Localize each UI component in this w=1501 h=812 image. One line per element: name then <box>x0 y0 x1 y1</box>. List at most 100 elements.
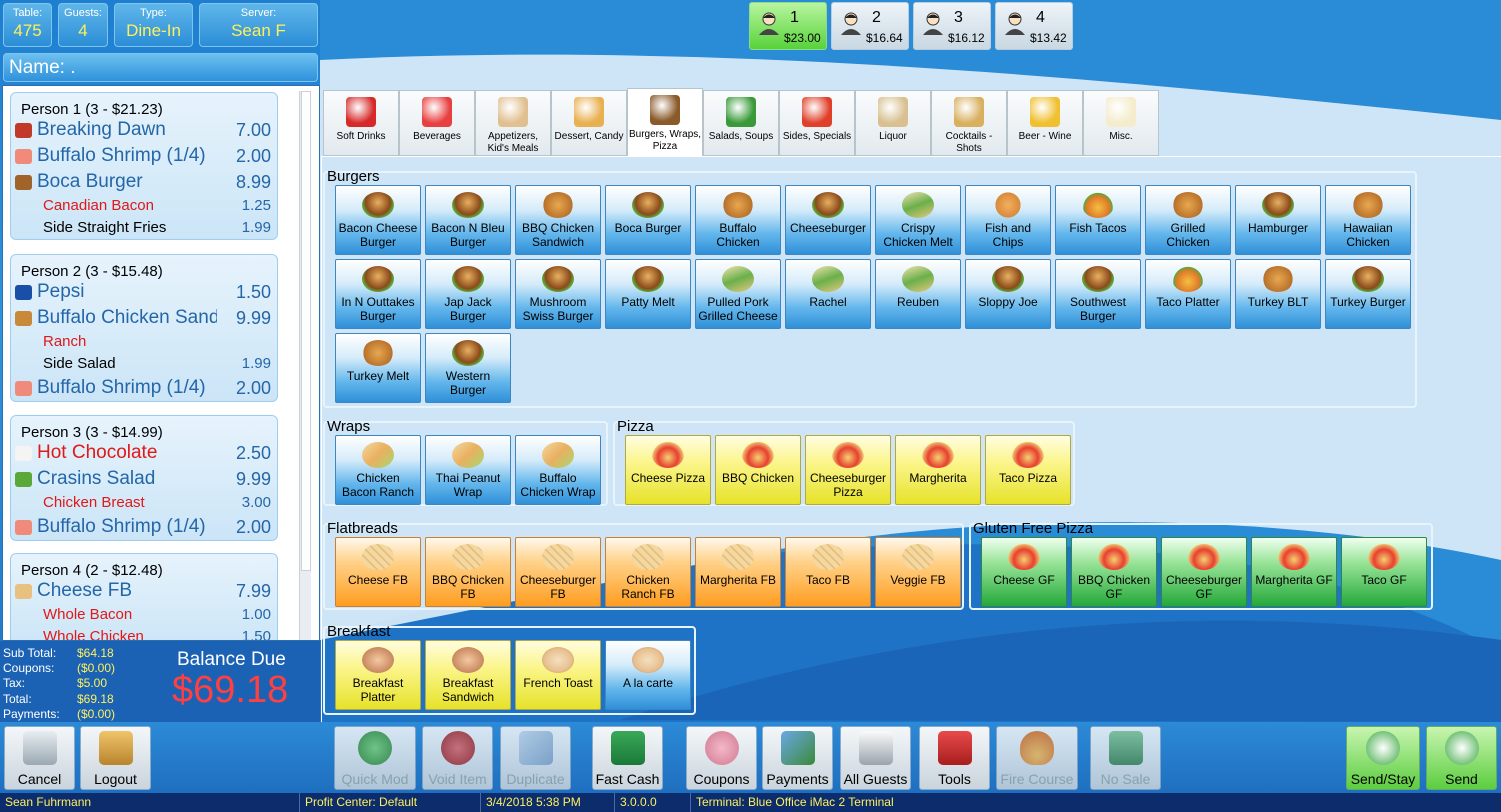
order-item[interactable]: Buffalo Shrimp (1/4) 2.00 <box>11 143 277 169</box>
send-stay-button[interactable]: Send/Stay <box>1346 726 1420 790</box>
guests-box[interactable]: Guests: 4 <box>58 3 108 47</box>
guest-tab-1[interactable]: 1 $23.00 <box>749 2 827 50</box>
menu-item-taco-gf[interactable]: Taco GF <box>1341 537 1427 607</box>
menu-item-chicken-ranch-fb[interactable]: Chicken Ranch FB <box>605 537 691 607</box>
tab-liquor[interactable]: Liquor <box>855 90 931 156</box>
order-modifier[interactable]: Chicken Breast 3.00 <box>11 492 277 514</box>
menu-item-breakfast-platter[interactable]: Breakfast Platter <box>335 640 421 710</box>
menu-item-margherita-fb[interactable]: Margherita FB <box>695 537 781 607</box>
order-item[interactable]: Cheese FB 7.99 <box>11 578 277 604</box>
name-bar[interactable]: Name: . <box>3 53 318 82</box>
order-item[interactable]: Crasins Salad 9.99 <box>11 466 277 492</box>
menu-item-rachel[interactable]: Rachel <box>785 259 871 329</box>
menu-item-turkey-burger[interactable]: Turkey Burger <box>1325 259 1411 329</box>
table-box[interactable]: Table: 475 <box>3 3 52 47</box>
menu-item-cheese-gf[interactable]: Cheese GF <box>981 537 1067 607</box>
menu-item-patty-melt[interactable]: Patty Melt <box>605 259 691 329</box>
tab-dessert-candy[interactable]: Dessert, Candy <box>551 90 627 156</box>
quick-mod-button[interactable]: Quick Mod <box>334 726 416 790</box>
menu-item-margherita-gf[interactable]: Margherita GF <box>1251 537 1337 607</box>
order-modifier[interactable]: Side Straight Fries 1.99 <box>11 217 277 239</box>
menu-item-taco-platter[interactable]: Taco Platter <box>1145 259 1231 329</box>
order-item[interactable]: Boca Burger 8.99 <box>11 169 277 195</box>
all-guests-button[interactable]: All Guests <box>840 726 911 790</box>
order-modifier[interactable]: Whole Chicken 1.50 <box>11 626 277 640</box>
menu-item-breakfast-sandwich[interactable]: Breakfast Sandwich <box>425 640 511 710</box>
tab-soft-drinks[interactable]: Soft Drinks <box>323 90 399 156</box>
person-group-4[interactable]: Person 4 (2 - $12.48) Cheese FB 7.99 Whole … <box>10 553 278 640</box>
menu-item-fish-tacos[interactable]: Fish Tacos <box>1055 185 1141 255</box>
menu-item-cheeseburger[interactable]: Cheeseburger <box>785 185 871 255</box>
type-box[interactable]: Type: Dine-In <box>114 3 193 47</box>
fire-course-button[interactable]: Fire Course <box>996 726 1078 790</box>
duplicate-button[interactable]: Duplicate <box>500 726 571 790</box>
tab-burgers-wraps-pizza[interactable]: Burgers, Wraps, Pizza <box>627 88 703 157</box>
menu-item-taco-fb[interactable]: Taco FB <box>785 537 871 607</box>
order-modifier[interactable]: Whole Bacon 1.00 <box>11 604 277 626</box>
menu-item-mushroom-swiss-burger[interactable]: Mushroom Swiss Burger <box>515 259 601 329</box>
menu-item-french-toast[interactable]: French Toast <box>515 640 601 710</box>
scrollbar-thumb[interactable] <box>301 91 311 571</box>
menu-item-veggie-fb[interactable]: Veggie FB <box>875 537 961 607</box>
menu-item-grilled-chicken[interactable]: Grilled Chicken <box>1145 185 1231 255</box>
menu-item-turkey-melt[interactable]: Turkey Melt <box>335 333 421 403</box>
coupons-button[interactable]: Coupons <box>686 726 757 790</box>
menu-item-hamburger[interactable]: Hamburger <box>1235 185 1321 255</box>
menu-item-boca-burger[interactable]: Boca Burger <box>605 185 691 255</box>
order-list[interactable]: Person 1 (3 - $21.23) Breaking Dawn 7.00 Bu… <box>2 85 320 641</box>
menu-item-buffalo-chicken-wrap[interactable]: Buffalo Chicken Wrap <box>515 435 601 505</box>
tab-cocktails-shots[interactable]: Cocktails - Shots <box>931 90 1007 156</box>
menu-item-bacon-cheese-burger[interactable]: Bacon Cheese Burger <box>335 185 421 255</box>
menu-item-reuben[interactable]: Reuben <box>875 259 961 329</box>
order-modifier[interactable]: Ranch <box>11 331 277 353</box>
server-box[interactable]: Server: Sean F <box>199 3 318 47</box>
order-item[interactable]: Buffalo Shrimp (1/4) 2.00 <box>11 375 277 401</box>
send-button[interactable]: Send <box>1426 726 1497 790</box>
menu-item-bbq-chicken-gf[interactable]: BBQ Chicken GF <box>1071 537 1157 607</box>
menu-item-cheese-pizza[interactable]: Cheese Pizza <box>625 435 711 505</box>
menu-item-thai-peanut-wrap[interactable]: Thai Peanut Wrap <box>425 435 511 505</box>
person-group-3[interactable]: Person 3 (3 - $14.99) Hot Chocolate 2.50 Cr… <box>10 415 278 541</box>
cancel-button[interactable]: Cancel <box>4 726 75 790</box>
menu-item-bbq-chicken-sandwich[interactable]: BBQ Chicken Sandwich <box>515 185 601 255</box>
guest-tab-4[interactable]: 4 $13.42 <box>995 2 1073 50</box>
menu-item-taco-pizza[interactable]: Taco Pizza <box>985 435 1071 505</box>
tools-button[interactable]: Tools <box>919 726 990 790</box>
menu-item-jap-jack-burger[interactable]: Jap Jack Burger <box>425 259 511 329</box>
tab-beer-wine[interactable]: Beer - Wine <box>1007 90 1083 156</box>
payments-button[interactable]: Payments <box>762 726 833 790</box>
menu-item-fish-and-chips[interactable]: Fish and Chips <box>965 185 1051 255</box>
menu-item-hawaiian-chicken[interactable]: Hawaiian Chicken <box>1325 185 1411 255</box>
order-item[interactable]: Buffalo Chicken Sand 9.99 <box>11 305 277 331</box>
order-scrollbar[interactable] <box>299 91 311 640</box>
menu-item-cheese-fb[interactable]: Cheese FB <box>335 537 421 607</box>
tab-salads-soups[interactable]: Salads, Soups <box>703 90 779 156</box>
order-item[interactable]: Buffalo Shrimp (1/4) 2.00 <box>11 514 277 540</box>
menu-item-crispy-chicken-melt[interactable]: Crispy Chicken Melt <box>875 185 961 255</box>
tab-sides-specials[interactable]: Sides, Specials <box>779 90 855 156</box>
tab-beverages[interactable]: Beverages <box>399 90 475 156</box>
order-modifier[interactable]: Canadian Bacon 1.25 <box>11 195 277 217</box>
menu-item-cheeseburger-pizza[interactable]: Cheeseburger Pizza <box>805 435 891 505</box>
menu-item-in-n-outtakes-burger[interactable]: In N Outtakes Burger <box>335 259 421 329</box>
menu-item-western-burger[interactable]: Western Burger <box>425 333 511 403</box>
guest-tab-2[interactable]: 2 $16.64 <box>831 2 909 50</box>
menu-item-bbq-chicken-fb[interactable]: BBQ Chicken FB <box>425 537 511 607</box>
menu-item-sloppy-joe[interactable]: Sloppy Joe <box>965 259 1051 329</box>
menu-item-pulled-pork-grilled-cheese[interactable]: Pulled Pork Grilled Cheese <box>695 259 781 329</box>
guest-tab-3[interactable]: 3 $16.12 <box>913 2 991 50</box>
tab-misc[interactable]: Misc. <box>1083 90 1159 156</box>
void-item-button[interactable]: Void Item <box>422 726 493 790</box>
fast-cash-button[interactable]: Fast Cash <box>592 726 663 790</box>
person-group-1[interactable]: Person 1 (3 - $21.23) Breaking Dawn 7.00 Bu… <box>10 92 278 240</box>
menu-item-cheeseburger-fb[interactable]: Cheeseburger FB <box>515 537 601 607</box>
menu-item-cheeseburger-gf[interactable]: Cheeseburger GF <box>1161 537 1247 607</box>
order-item[interactable]: Hot Chocolate 2.50 <box>11 440 277 466</box>
menu-item-a-la-carte[interactable]: A la carte <box>605 640 691 710</box>
menu-item-buffalo-chicken[interactable]: Buffalo Chicken <box>695 185 781 255</box>
menu-item-chicken-bacon-ranch[interactable]: Chicken Bacon Ranch <box>335 435 421 505</box>
no-sale-button[interactable]: No Sale <box>1090 726 1161 790</box>
tab-appetizers-kid-s-meals[interactable]: Appetizers, Kid's Meals <box>475 90 551 156</box>
menu-item-bacon-n-bleu-burger[interactable]: Bacon N Bleu Burger <box>425 185 511 255</box>
person-group-2[interactable]: Person 2 (3 - $15.48) Pepsi 1.50 Buffalo Ch… <box>10 254 278 402</box>
